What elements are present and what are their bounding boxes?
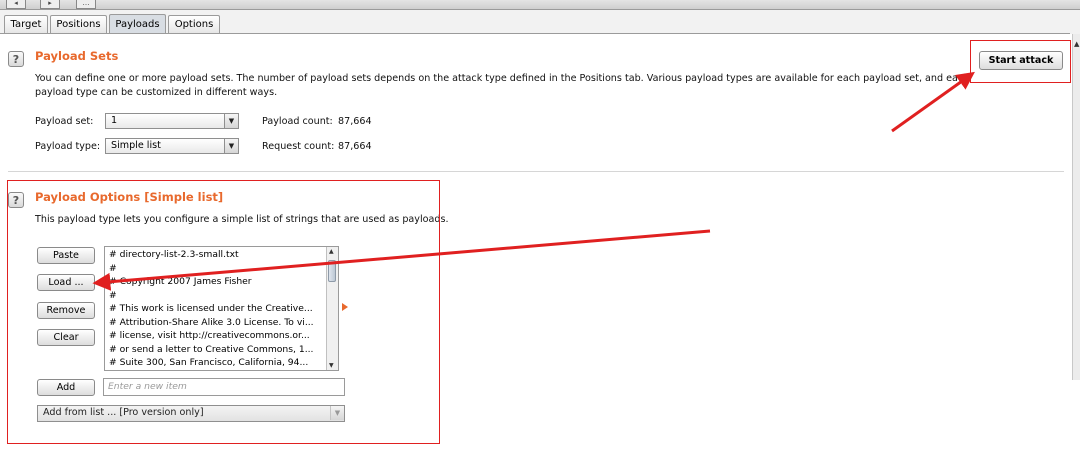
annotation-arrows bbox=[92, 71, 975, 291]
arrow-to-start-attack bbox=[891, 71, 975, 133]
arrow-to-load-button bbox=[92, 229, 711, 291]
